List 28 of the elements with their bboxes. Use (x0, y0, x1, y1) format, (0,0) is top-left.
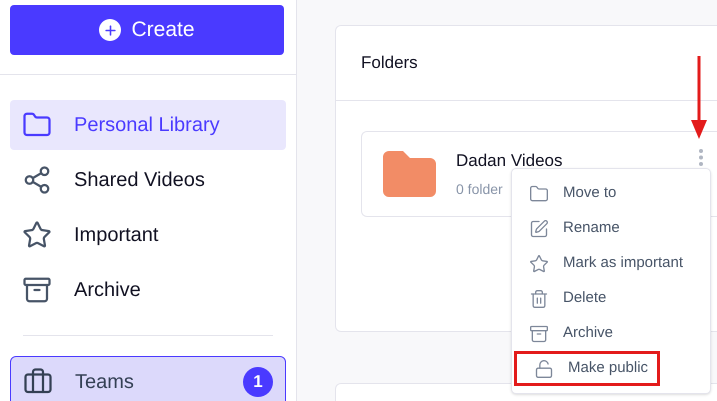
card-title: Folders (361, 52, 418, 74)
sidebar-item[interactable]: Personal Library (10, 100, 286, 150)
menu-item[interactable]: Mark as important (512, 246, 710, 281)
menu-item[interactable]: Move to (512, 176, 710, 211)
menu-item[interactable]: Archive (512, 316, 710, 351)
sidebar-item[interactable]: Archive (10, 265, 286, 315)
more-options-icon[interactable] (699, 149, 703, 166)
teams-label: Teams (75, 370, 135, 395)
sidebar-item[interactable]: Important (10, 210, 286, 260)
folder-name: Dadan Videos (456, 150, 562, 172)
edit-icon (529, 218, 549, 238)
trash-icon (529, 288, 549, 308)
notification-count: 1 (243, 367, 273, 397)
star-icon (529, 254, 549, 274)
folder-icon (383, 151, 436, 197)
folder-meta: 0 folder (456, 180, 503, 200)
create-button[interactable]: Create (10, 5, 284, 55)
teams-item[interactable]: Teams 1 (10, 356, 286, 401)
folder-icon (529, 184, 549, 204)
menu-item[interactable]: Delete (512, 281, 710, 316)
sidebar-item[interactable]: Shared Videos (10, 155, 286, 205)
menu-item[interactable]: Make public (514, 351, 660, 386)
archive-icon (529, 324, 549, 344)
menu-item[interactable]: Rename (512, 211, 710, 246)
archive-icon (22, 275, 52, 305)
star-icon (22, 220, 52, 250)
share-icon (22, 165, 52, 195)
unlock-icon (534, 358, 554, 378)
